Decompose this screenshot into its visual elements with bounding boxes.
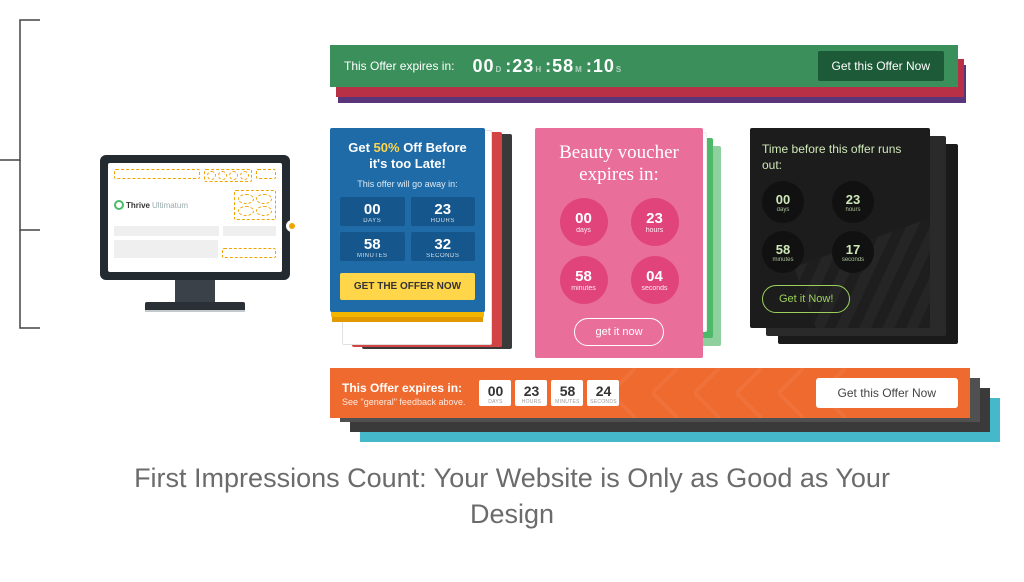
- blue-card-sub: This offer will go away in:: [340, 179, 475, 189]
- dark-countdown: 00days 23hours 58minutes 17seconds: [762, 181, 894, 273]
- dark-cta-button[interactable]: Get it Now!: [762, 285, 850, 313]
- blue-countdown: 00DAYS 23HOURS 58MINUTES 32SECONDS: [340, 197, 475, 261]
- bottombar-countdown: 00DAYS 23HOURS 58MINUTES 24SECONDS: [479, 380, 619, 406]
- blue-cta-button[interactable]: GET THE OFFER NOW: [340, 273, 475, 300]
- dark-card-stack: Time before this offer runs out: 00days …: [750, 128, 945, 343]
- section-heading: First Impressions Count: Your Website is…: [0, 460, 1024, 533]
- monitor-illustration: ThriveUltimatum: [100, 155, 290, 310]
- blue-card-stack: Get 50% Off Before it's too Late! This o…: [330, 128, 495, 343]
- bottombar-label: This Offer expires in:: [342, 381, 462, 395]
- topbar-countdown: 00D: 23H: 58M: 10S: [472, 56, 625, 77]
- dark-card-title: Time before this offer runs out:: [762, 142, 918, 173]
- topbar-cta-button[interactable]: Get this Offer Now: [818, 51, 944, 81]
- pink-cta-button[interactable]: get it now: [574, 318, 663, 346]
- topbar-label: This Offer expires in:: [344, 59, 454, 73]
- topbar-green: This Offer expires in: 00D: 23H: 58M: 10…: [330, 45, 958, 87]
- pink-card-stack: Beauty voucher expires in: 00days 23hour…: [535, 128, 710, 343]
- bottombar-orange: This Offer expires in: See "general" fee…: [330, 368, 970, 418]
- blue-card-title: Get 50% Off Before it's too Late!: [340, 140, 475, 173]
- bottombar-sublabel: See "general" feedback above.: [342, 397, 465, 407]
- dark-card: Time before this offer runs out: 00days …: [750, 128, 930, 328]
- blue-card: Get 50% Off Before it's too Late! This o…: [330, 128, 485, 312]
- pink-card: Beauty voucher expires in: 00days 23hour…: [535, 128, 703, 358]
- pink-countdown: 00days 23hours 58minutes 04seconds: [553, 198, 685, 304]
- pink-card-title: Beauty voucher expires in:: [547, 142, 691, 186]
- connector-lines: [0, 0, 44, 330]
- topbar-template-stack: This Offer expires in: 00D: 23H: 58M: 10…: [330, 45, 970, 100]
- connector-dot: [286, 220, 298, 232]
- brand-text: Thrive: [126, 201, 150, 210]
- brand-text-2: Ultimatum: [152, 201, 188, 210]
- bottombar-cta-button[interactable]: Get this Offer Now: [816, 378, 958, 408]
- bottombar-template-stack: DAYSHOURSMINUTESSECONDS This Offer expir…: [330, 368, 970, 418]
